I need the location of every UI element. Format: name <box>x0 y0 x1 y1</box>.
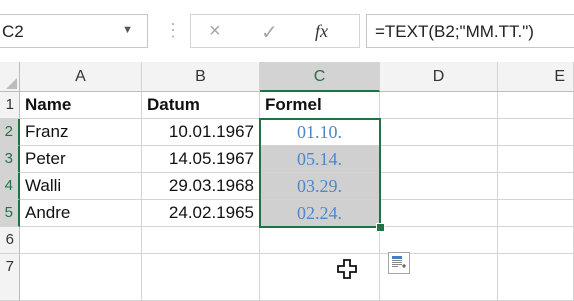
name-box-value: C2 <box>2 22 24 41</box>
formula-input[interactable]: =TEXT(B2;"MM.TT.") <box>366 14 574 48</box>
drag-handle-icon[interactable]: ⋮ <box>164 20 182 41</box>
cell-e7[interactable] <box>498 254 574 301</box>
cell-b2[interactable]: 10.01.1967 <box>142 119 260 146</box>
row-header-2[interactable]: 2 <box>0 119 20 146</box>
cell-d1[interactable] <box>380 92 498 119</box>
select-all-icon <box>6 78 17 89</box>
cell-b5[interactable]: 24.02.1965 <box>142 200 260 227</box>
cell-d5[interactable] <box>380 200 498 227</box>
cell-b7[interactable] <box>142 254 260 301</box>
cell-e4[interactable] <box>498 173 574 200</box>
spreadsheet-grid: A B C D E 1 2 3 4 5 6 7 Name Datum Forme… <box>0 62 574 301</box>
row-header-7[interactable]: 7 <box>0 254 20 301</box>
row-header-1[interactable]: 1 <box>0 92 20 119</box>
column-header-e[interactable]: E <box>498 62 574 92</box>
cell-e1[interactable] <box>498 92 574 119</box>
formula-bar: C2 ▼ ⋮ × ✓ fx =TEXT(B2;"MM.TT.") <box>0 0 574 62</box>
insert-function-icon[interactable]: fx <box>315 21 328 42</box>
cancel-icon[interactable]: × <box>209 20 221 43</box>
cell-b1[interactable]: Datum <box>142 92 260 119</box>
cell-e2[interactable] <box>498 119 574 146</box>
cell-a3[interactable]: Peter <box>20 146 142 173</box>
name-box[interactable]: C2 ▼ <box>0 14 148 48</box>
cell-c4[interactable]: 03.29. <box>260 173 380 200</box>
cell-b6[interactable] <box>142 227 260 254</box>
formula-text: =TEXT(B2;"MM.TT.") <box>375 22 534 41</box>
cell-a7[interactable] <box>20 254 142 301</box>
cell-c1[interactable]: Formel <box>260 92 380 119</box>
select-all-corner[interactable] <box>0 62 20 92</box>
cell-d6[interactable] <box>380 227 498 254</box>
cell-c7[interactable] <box>260 254 380 301</box>
enter-check-icon[interactable]: ✓ <box>261 20 278 45</box>
cell-a5[interactable]: Andre <box>20 200 142 227</box>
row-header-3[interactable]: 3 <box>0 146 20 173</box>
row-header-6[interactable]: 6 <box>0 227 20 254</box>
cell-c3[interactable]: 05.14. <box>260 146 380 173</box>
cell-e6[interactable] <box>498 227 574 254</box>
formula-buttons: × ✓ fx <box>190 14 360 48</box>
cell-b3[interactable]: 14.05.1967 <box>142 146 260 173</box>
cell-c5[interactable]: 02.24. <box>260 200 380 227</box>
cell-e5[interactable] <box>498 200 574 227</box>
column-header-b[interactable]: B <box>142 62 260 92</box>
cell-a2[interactable]: Franz <box>20 119 142 146</box>
cell-d2[interactable] <box>380 119 498 146</box>
cell-d4[interactable] <box>380 173 498 200</box>
cell-b4[interactable]: 29.03.1968 <box>142 173 260 200</box>
fill-handle[interactable] <box>376 223 385 232</box>
cell-e3[interactable] <box>498 146 574 173</box>
move-cursor-icon <box>336 258 358 286</box>
cell-d3[interactable] <box>380 146 498 173</box>
row-header-4[interactable]: 4 <box>0 173 20 200</box>
cell-a1[interactable]: Name <box>20 92 142 119</box>
chevron-down-icon[interactable]: ▼ <box>122 24 133 36</box>
column-header-c[interactable]: C <box>260 62 380 92</box>
column-header-a[interactable]: A <box>20 62 142 92</box>
quick-analysis-icon <box>392 256 406 268</box>
row-header-5[interactable]: 5 <box>0 200 20 227</box>
quick-analysis-button[interactable] <box>388 252 410 274</box>
cell-a6[interactable] <box>20 227 142 254</box>
cell-c6[interactable] <box>260 227 380 254</box>
column-header-d[interactable]: D <box>380 62 498 92</box>
cell-a4[interactable]: Walli <box>20 173 142 200</box>
cell-c2[interactable]: 01.10. <box>260 119 380 146</box>
